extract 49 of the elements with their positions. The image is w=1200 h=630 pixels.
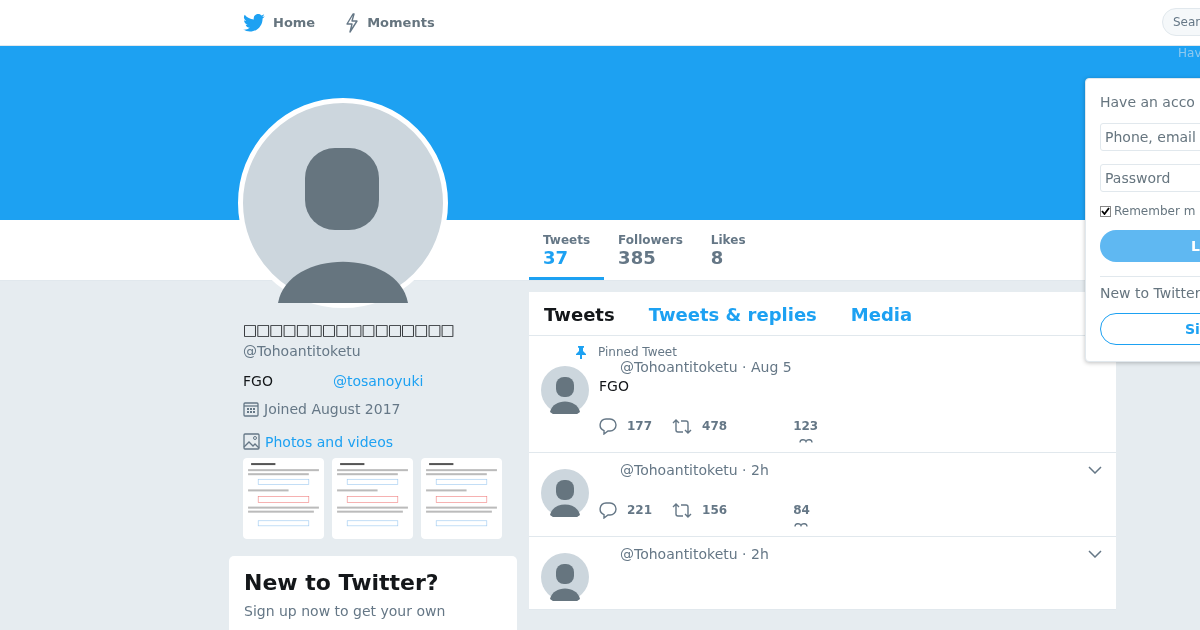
username-field[interactable]: Phone, email bbox=[1100, 123, 1200, 151]
card-title: New to Twitter? bbox=[244, 570, 440, 595]
pinned-label: Pinned Tweet bbox=[598, 345, 677, 359]
checkbox[interactable] bbox=[1100, 205, 1111, 217]
timeline-tab[interactable]: Tweets & replies bbox=[648, 304, 817, 325]
signup-button[interactable]: Si bbox=[1100, 313, 1200, 345]
signup-prompt: New to Twitter bbox=[1100, 285, 1200, 301]
avatar[interactable] bbox=[541, 366, 589, 414]
mention-link[interactable]: @tosanoyuki bbox=[332, 373, 424, 389]
search-field[interactable]: Sear bbox=[1162, 8, 1200, 36]
reply-icon[interactable] bbox=[599, 501, 617, 519]
reply-count: 221 bbox=[627, 503, 653, 517]
bio: FGO bbox=[243, 373, 273, 389]
remember-label: Remember m bbox=[1114, 204, 1196, 218]
display-name: □□□□□□□□□□□□□□□□ bbox=[242, 320, 455, 341]
password-field[interactable]: Password bbox=[1100, 164, 1200, 192]
tweet-byline: @Tohoantitoketu · Aug 5 bbox=[620, 359, 792, 375]
join-date: Joined August 2017 bbox=[264, 401, 401, 417]
tweet-byline: @Tohoantitoketu · 2h bbox=[620, 546, 769, 562]
login-title: Have an acco bbox=[1100, 94, 1196, 110]
chevron-down-icon[interactable] bbox=[1088, 466, 1102, 474]
photos-link[interactable]: Photos and videos bbox=[265, 433, 393, 450]
reply-icon[interactable] bbox=[599, 417, 617, 435]
avatar[interactable] bbox=[541, 553, 589, 601]
timeline-tab[interactable]: Tweets bbox=[544, 304, 615, 325]
bird-icon bbox=[243, 13, 265, 32]
stat-tab[interactable]: Tweets 37 bbox=[529, 220, 605, 280]
retweet-count: 156 bbox=[702, 503, 728, 517]
image-icon bbox=[243, 433, 260, 450]
card-text: Sign up now to get your own bbox=[244, 603, 447, 619]
retweet-count: 478 bbox=[702, 419, 728, 433]
like-count: 84 bbox=[793, 503, 810, 517]
username: @Tohoantitoketu bbox=[242, 343, 362, 359]
stat-tab[interactable]: Followers 385 bbox=[604, 220, 697, 280]
lightning-icon bbox=[345, 12, 360, 33]
retweet-icon[interactable] bbox=[672, 418, 693, 434]
pin-icon bbox=[576, 345, 586, 359]
timeline-tab[interactable]: Media bbox=[850, 304, 913, 325]
nav-link[interactable]: Home bbox=[243, 13, 316, 32]
like-count: 123 bbox=[793, 419, 819, 433]
retweet-icon[interactable] bbox=[672, 502, 693, 518]
avatar[interactable] bbox=[541, 469, 589, 517]
chevron-down-icon[interactable] bbox=[1088, 550, 1102, 558]
reply-count: 177 bbox=[627, 419, 653, 433]
tweet-byline: @Tohoantitoketu · 2h bbox=[620, 462, 769, 478]
tweet-text: FGO bbox=[599, 378, 630, 394]
calendar-icon bbox=[243, 401, 259, 417]
stat-tab[interactable]: Likes 8 bbox=[696, 220, 760, 280]
nav-link[interactable]: Moments bbox=[345, 12, 435, 33]
